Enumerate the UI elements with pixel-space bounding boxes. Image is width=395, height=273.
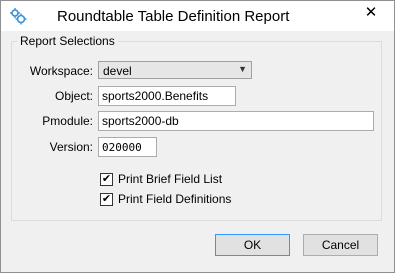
ok-button[interactable]: OK bbox=[215, 234, 290, 256]
title-bar: Roundtable Table Definition Report ✕ bbox=[1, 1, 394, 31]
object-field-box bbox=[98, 86, 236, 106]
print-defs-label: Print Field Definitions bbox=[118, 192, 232, 206]
report-selections-legend: Report Selections bbox=[17, 34, 118, 48]
print-defs-checkbox[interactable]: ✔ bbox=[100, 192, 113, 206]
workspace-select[interactable]: devel ▼ bbox=[98, 61, 252, 79]
print-brief-label: Print Brief Field List bbox=[118, 172, 223, 186]
version-field-box bbox=[98, 137, 157, 157]
window-title: Roundtable Table Definition Report bbox=[57, 8, 290, 25]
print-brief-checkbox[interactable]: ✔ bbox=[100, 172, 113, 186]
workspace-value: devel bbox=[103, 64, 132, 78]
chevron-down-icon[interactable]: ▼ bbox=[238, 64, 247, 74]
object-label: Object: bbox=[54, 89, 93, 103]
print-brief-row[interactable]: ✔ Print Brief Field List bbox=[100, 172, 222, 186]
close-button[interactable]: ✕ bbox=[354, 1, 388, 23]
version-label: Version: bbox=[49, 140, 93, 154]
dialog-window: Roundtable Table Definition Report ✕ Rep… bbox=[0, 0, 395, 273]
pmodule-field[interactable] bbox=[99, 112, 373, 130]
print-defs-row[interactable]: ✔ Print Field Definitions bbox=[100, 192, 231, 206]
cancel-button[interactable]: Cancel bbox=[303, 234, 378, 256]
object-field[interactable] bbox=[99, 87, 235, 105]
workspace-label: Workspace: bbox=[29, 64, 93, 78]
close-icon: ✕ bbox=[364, 4, 378, 21]
version-field[interactable] bbox=[99, 138, 156, 156]
pmodule-field-box bbox=[98, 111, 374, 131]
gear-cluster-icon bbox=[10, 8, 27, 25]
pmodule-label: Pmodule: bbox=[42, 114, 93, 128]
